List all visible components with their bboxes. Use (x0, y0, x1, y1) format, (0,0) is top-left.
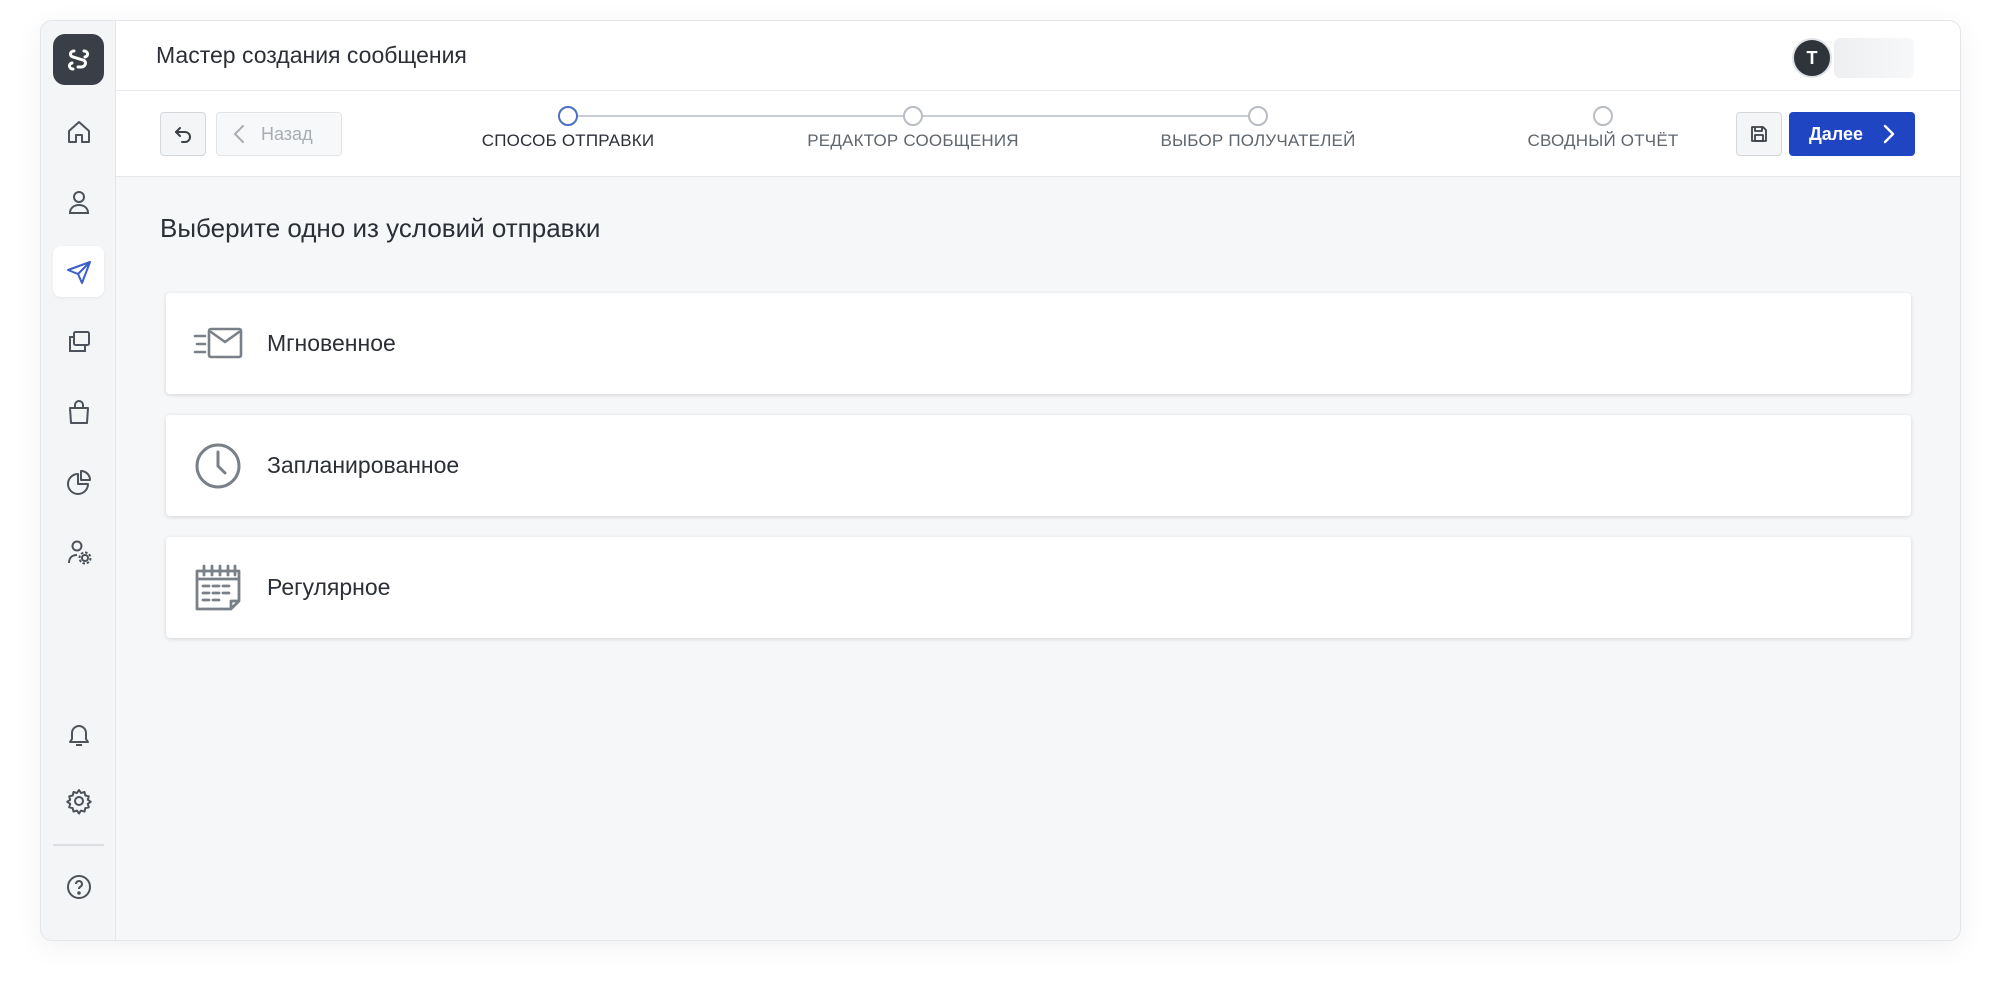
step-indicator (1248, 106, 1268, 126)
option-recurring[interactable]: Регулярное (166, 537, 1911, 638)
save-button[interactable] (1736, 112, 1782, 156)
sidebar-item-admin[interactable] (53, 526, 104, 577)
save-icon (1751, 126, 1767, 142)
option-instant[interactable]: Мгновенное (166, 293, 1911, 394)
gear-icon (65, 788, 92, 815)
page-title: Мастер создания сообщения (156, 42, 467, 68)
option-label: Запланированное (267, 452, 460, 478)
wizard-steps: СПОСОБ ОТПРАВКИ РЕДАКТОР СООБЩЕНИЯ ВЫБОР… (116, 91, 1960, 177)
chevron-right-icon (1883, 124, 1895, 144)
next-button-label: Далее (1808, 123, 1864, 144)
calendar-icon (191, 561, 245, 615)
step-label: РЕДАКТОР СООБЩЕНИЯ (807, 131, 1019, 150)
step-label: СВОДНЫЙ ОТЧЁТ (1527, 131, 1679, 150)
sidebar-item-templates[interactable] (53, 316, 104, 367)
step-recipients[interactable]: ВЫБОР ПОЛУЧАТЕЛЕЙ (1138, 106, 1378, 151)
help-icon (66, 874, 91, 899)
step-indicator (903, 106, 923, 126)
main-area: Мастер создания сообщения T Назад СПОСОБ… (116, 21, 1960, 940)
pie-chart-icon (66, 469, 91, 495)
home-icon (67, 120, 90, 143)
step-summary[interactable]: СВОДНЫЙ ОТЧЁТ (1483, 106, 1723, 151)
app-logo[interactable] (53, 34, 104, 85)
option-label: Регулярное (267, 574, 391, 600)
next-button[interactable]: Далее (1789, 112, 1915, 156)
user-name-placeholder[interactable] (1834, 38, 1914, 78)
step-message-editor[interactable]: РЕДАКТОР СООБЩЕНИЯ (793, 106, 1033, 151)
wizard-toolbar: Назад СПОСОБ ОТПРАВКИ РЕДАКТОР СООБЩЕНИЯ… (116, 91, 1960, 177)
clock-icon (191, 439, 245, 493)
step-label: СПОСОБ ОТПРАВКИ (481, 131, 655, 150)
option-scheduled[interactable]: Запланированное (166, 415, 1911, 516)
sidebar-item-help[interactable] (53, 861, 104, 912)
sidebar (41, 21, 116, 940)
step-indicator (558, 106, 578, 126)
sidebar-item-settings[interactable] (53, 775, 104, 826)
copy-icon (68, 330, 90, 352)
bag-icon (68, 399, 89, 424)
step-indicator (1593, 106, 1613, 126)
step-send-method[interactable]: СПОСОБ ОТПРАВКИ (448, 106, 688, 151)
section-title: Выберите одно из условий отправки (160, 213, 601, 243)
user-icon (68, 190, 89, 214)
step-label: ВЫБОР ПОЛУЧАТЕЛЕЙ (1160, 131, 1356, 150)
send-icon (66, 260, 91, 284)
content-area: Выберите одно из условий отправки Мгнове… (116, 177, 1960, 940)
user-avatar[interactable]: T (1792, 38, 1832, 78)
option-label: Мгновенное (267, 330, 396, 356)
sidebar-item-home[interactable] (53, 106, 104, 157)
sidebar-item-contacts[interactable] (53, 176, 104, 227)
fast-mail-icon (191, 317, 245, 371)
sidebar-item-analytics[interactable] (53, 456, 104, 507)
sidebar-divider (53, 844, 104, 846)
top-bar: Мастер создания сообщения T (116, 21, 1960, 91)
sidebar-item-send[interactable] (53, 246, 104, 297)
user-settings-icon (67, 540, 91, 564)
sidebar-item-shop[interactable] (53, 386, 104, 437)
app-window: Мастер создания сообщения T Назад СПОСОБ… (40, 20, 1961, 941)
sidebar-item-notifications[interactable] (53, 708, 104, 759)
bell-icon (68, 724, 89, 746)
logo-icon (67, 49, 89, 70)
